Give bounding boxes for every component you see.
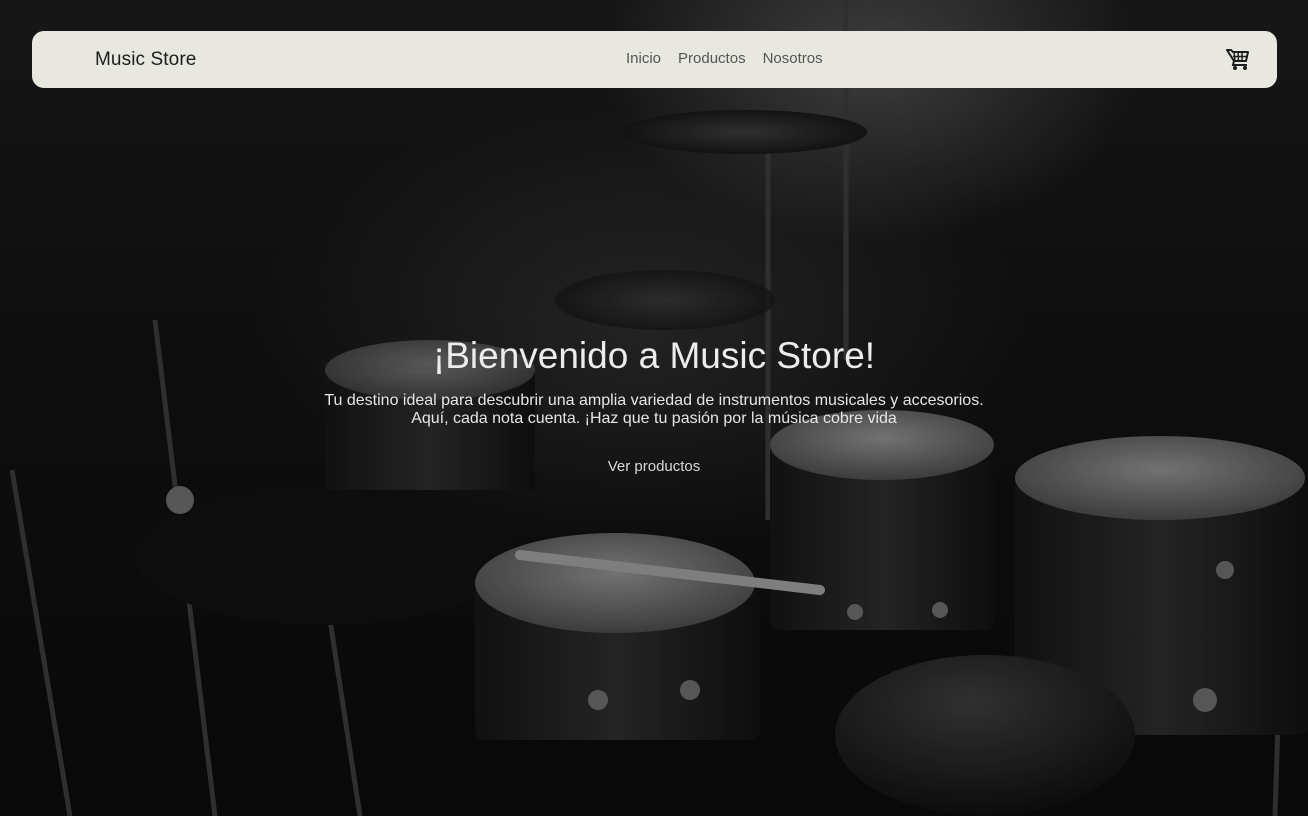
brand-logo[interactable]: Music Store: [95, 49, 196, 71]
hero-subtitle: Tu destino ideal para descubrir una ampl…: [0, 392, 1308, 428]
hero-subtitle-line-2: Aquí, cada nota cuenta. ¡Haz que tu pasi…: [411, 410, 897, 427]
nav-links: Inicio Productos Nosotros: [626, 50, 823, 67]
nav-link-nosotros[interactable]: Nosotros: [763, 50, 823, 67]
shopping-cart-icon[interactable]: [1225, 46, 1251, 72]
hero-title: ¡Bienvenido a Music Store!: [432, 335, 876, 376]
ver-productos-button[interactable]: Ver productos: [608, 458, 701, 475]
hero-subtitle-line-1: Tu destino ideal para descubrir una ampl…: [324, 392, 984, 409]
nav-link-productos[interactable]: Productos: [678, 50, 746, 67]
navbar: Music Store Inicio Productos Nosotros: [32, 31, 1277, 88]
hero-cta-container: Ver productos: [0, 458, 1308, 476]
hero-section: Music Store Inicio Productos Nosotros ¡B…: [0, 0, 1308, 816]
nav-link-inicio[interactable]: Inicio: [626, 50, 661, 67]
